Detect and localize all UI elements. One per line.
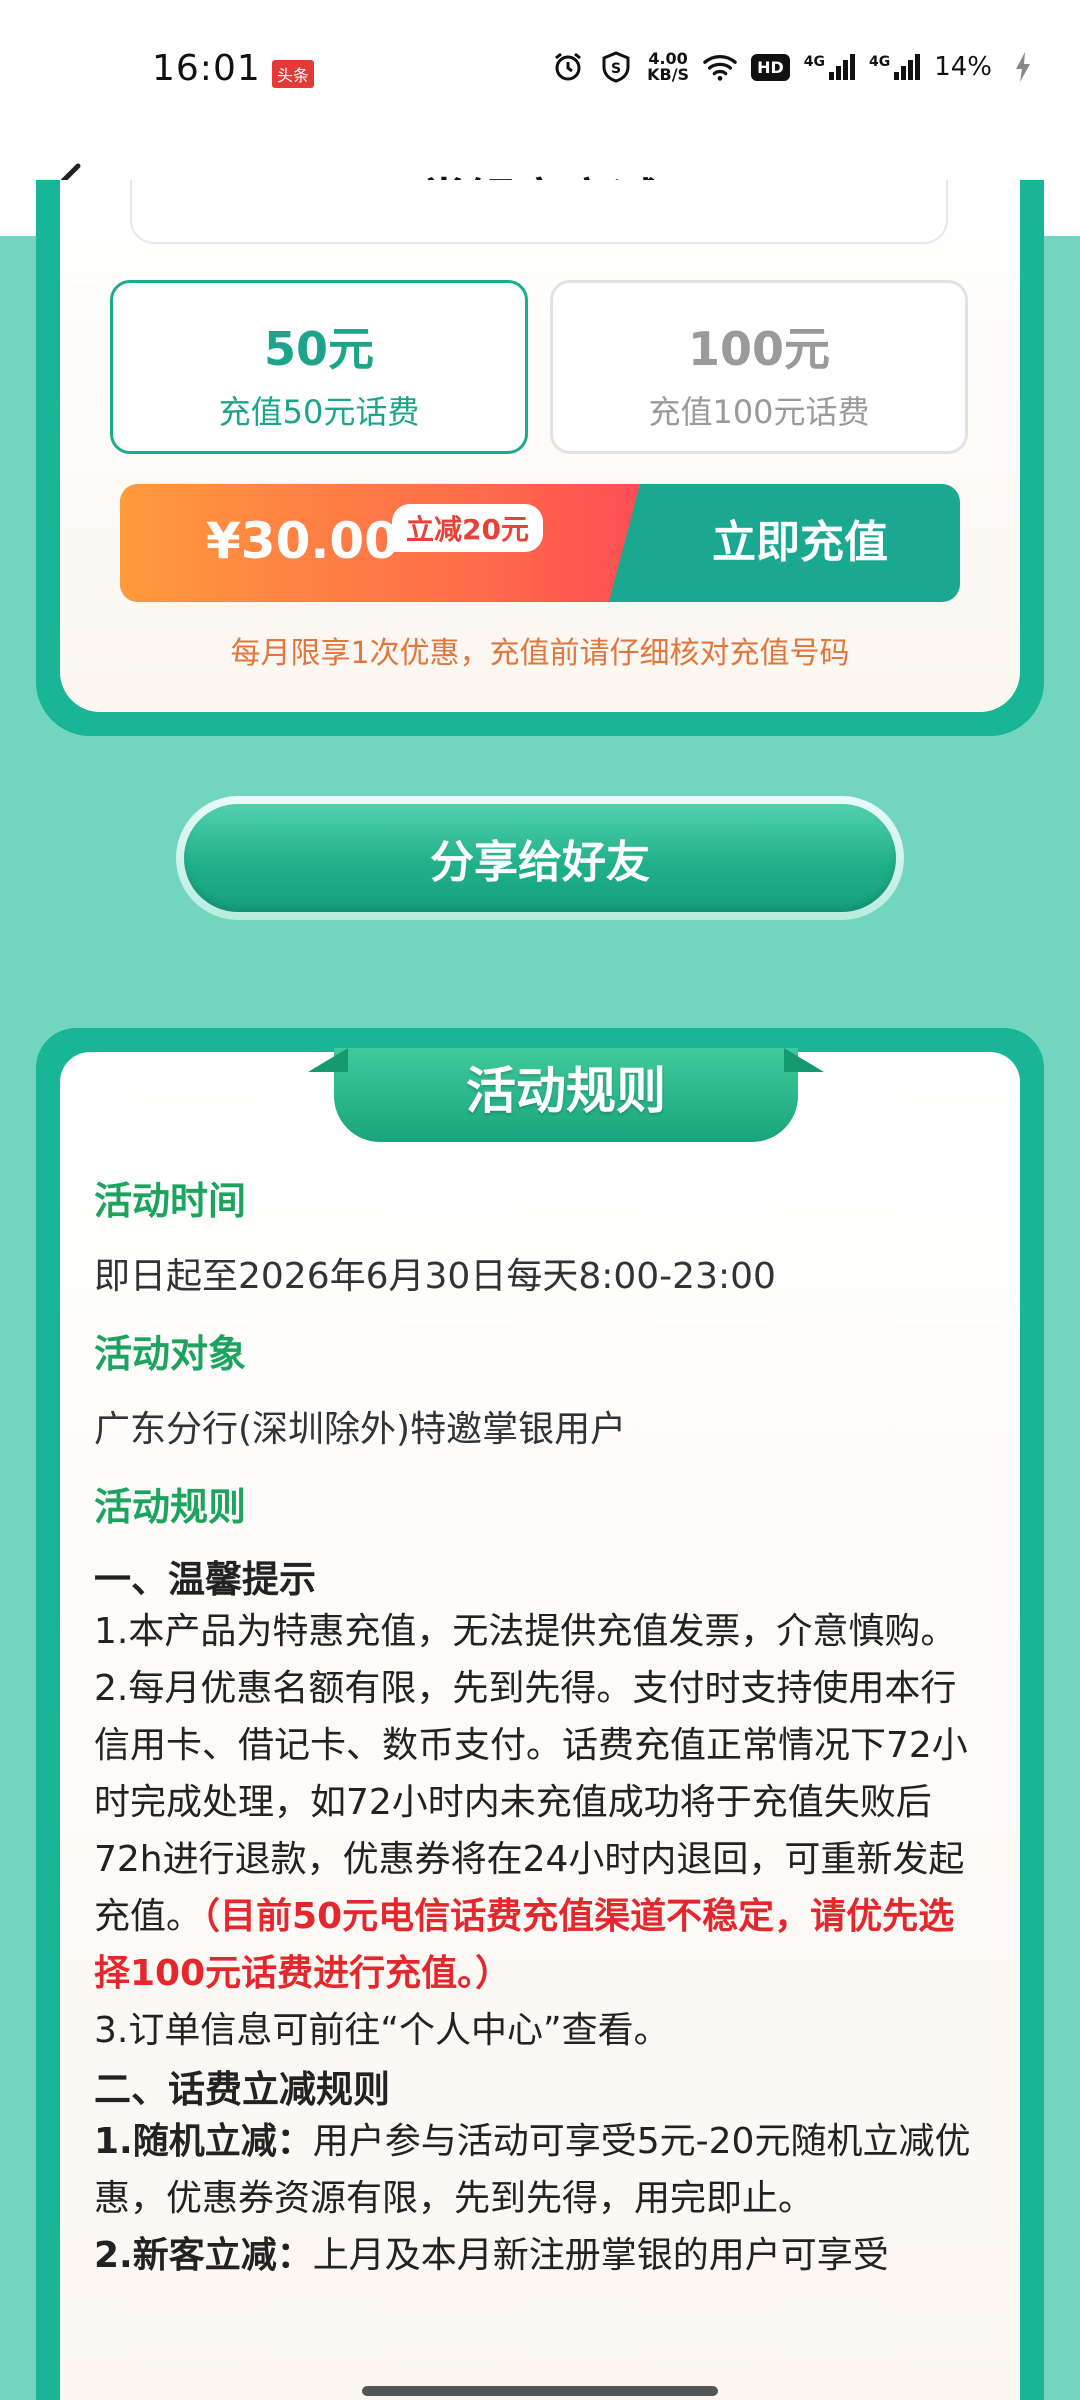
wifi-icon bbox=[703, 50, 737, 84]
status-bar: 16:01 头条 S 4.00 KB/S HD 4G 4G 14% bbox=[0, 0, 1080, 140]
tip-2-warning: （目前50元电信话费充值渠道不稳定，请优先选择100元话费进行充值。） bbox=[94, 1896, 955, 1994]
tip-3: 3.订单信息可前往“个人中心”查看。 bbox=[94, 2010, 670, 2051]
random-discount: 1.随机立减：用户参与活动可享受5元-20元随机立减优惠，优惠券资源有限，先到先… bbox=[94, 2113, 986, 2227]
network-speed: 4.00 KB/S bbox=[647, 51, 689, 83]
new-customer-discount: 2.新客立减：上月及本月新注册掌银的用户可享受 bbox=[94, 2227, 986, 2284]
tip-2: 2.每月优惠名额有限，先到先得。支付时支持使用本行信用卡、借记卡、数币支付。话费… bbox=[94, 1660, 986, 2002]
target-heading: 活动对象 bbox=[94, 1332, 247, 1376]
rules-card: 活动规则 活动时间 即日起至2026年6月30日每天8:00-23:00 活动对… bbox=[36, 1028, 1044, 2400]
pay-price: ¥30.00 bbox=[206, 512, 399, 570]
hd-voice-icon: HD bbox=[751, 53, 790, 81]
new-customer-text: 上月及本月新注册掌银的用户可享受 bbox=[312, 2235, 889, 2276]
signal-icon-1: 4G bbox=[804, 54, 855, 80]
recharge-now-button[interactable]: 立即充值 bbox=[640, 484, 960, 602]
rules-card-inner: 活动规则 活动时间 即日起至2026年6月30日每天8:00-23:00 活动对… bbox=[60, 1048, 1020, 2400]
time-text: 即日起至2026年6月30日每天8:00-23:00 bbox=[94, 1256, 776, 1297]
time-heading: 活动时间 bbox=[94, 1179, 247, 1223]
signal-icon-2: 4G bbox=[868, 54, 921, 80]
status-time: 16:01 bbox=[152, 48, 261, 89]
discount-heading: 二、话费立减规则 bbox=[94, 2068, 390, 2111]
new-customer-label: 2.新客立减： bbox=[94, 2235, 313, 2276]
alarm-icon bbox=[551, 50, 585, 84]
speed-unit: KB/S bbox=[647, 65, 690, 84]
phone-input-strip bbox=[130, 180, 948, 244]
option-50-yuan[interactable]: 50元 充值50元话费 bbox=[110, 280, 528, 454]
payment-bar: ¥30.00 立减20元 立即充值 bbox=[120, 484, 960, 602]
tip-1: 1.本产品为特惠充值，无法提供充值发票，介意慎购。 bbox=[94, 1611, 957, 1652]
shield-icon: S bbox=[599, 50, 633, 84]
option-100-yuan[interactable]: 100元 充值100元话费 bbox=[550, 280, 968, 454]
recharge-card-inner: 50元 充值50元话费 100元 充值100元话费 ¥30.00 立减20元 立… bbox=[60, 180, 1020, 712]
rules-heading: 活动规则 bbox=[94, 1485, 247, 1529]
network-type-1: 4G bbox=[803, 54, 825, 70]
battery-percent: 14% bbox=[934, 52, 992, 82]
random-discount-label: 1.随机立减： bbox=[94, 2121, 313, 2162]
target-text: 广东分行(深圳除外)特邀掌银用户 bbox=[94, 1409, 627, 1450]
option-amount: 50元 bbox=[263, 322, 374, 376]
share-button-label: 分享给好友 bbox=[184, 804, 896, 912]
limit-notice: 每月限享1次优惠，充值前请仔细核对充值号码 bbox=[230, 636, 850, 671]
rules-body: 活动时间 即日起至2026年6月30日每天8:00-23:00 活动对象 广东分… bbox=[60, 1052, 1020, 2284]
option-desc: 充值100元话费 bbox=[648, 393, 870, 431]
share-button[interactable]: 分享给好友 bbox=[176, 796, 904, 920]
svg-text:S: S bbox=[611, 61, 621, 77]
news-app-badge: 头条 bbox=[272, 60, 315, 88]
recharge-card: 50元 充值50元话费 100元 充值100元话费 ¥30.00 立减20元 立… bbox=[36, 180, 1044, 736]
option-desc: 充值50元话费 bbox=[218, 393, 420, 431]
discount-tag: 立减20元 bbox=[392, 504, 543, 552]
status-icons: S 4.00 KB/S HD 4G 4G 14% bbox=[551, 50, 1040, 84]
home-indicator[interactable] bbox=[362, 2386, 718, 2396]
network-type-2: 4G bbox=[868, 54, 891, 70]
option-amount: 100元 bbox=[687, 322, 831, 376]
charging-icon bbox=[1006, 50, 1040, 84]
tips-heading: 一、温馨提示 bbox=[94, 1558, 316, 1601]
